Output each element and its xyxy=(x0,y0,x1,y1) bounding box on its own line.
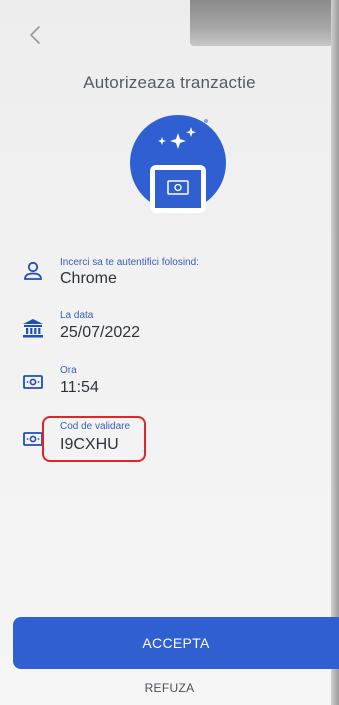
transaction-details: Incerci sa te autentifici folosind: Chro… xyxy=(0,0,339,705)
code-value: I9CXHU xyxy=(60,436,119,453)
time-label: Ora xyxy=(60,365,77,376)
refuse-button[interactable]: REFUZA xyxy=(0,677,339,699)
device-value: Chrome xyxy=(60,270,117,287)
device-label: Incerci sa te autentifici folosind: xyxy=(60,257,199,268)
accept-button[interactable]: ACCEPTA xyxy=(13,617,339,669)
date-label: La data xyxy=(60,310,94,321)
banknote-icon xyxy=(21,370,45,394)
time-value: 11:54 xyxy=(60,379,99,396)
bank-icon xyxy=(21,316,45,340)
authorization-screen: Autorizeaza tranzactie Incerci sa te aut… xyxy=(0,0,339,705)
user-icon xyxy=(21,259,45,283)
date-value: 25/07/2022 xyxy=(60,324,141,341)
code-label: Cod de validare xyxy=(60,421,131,432)
